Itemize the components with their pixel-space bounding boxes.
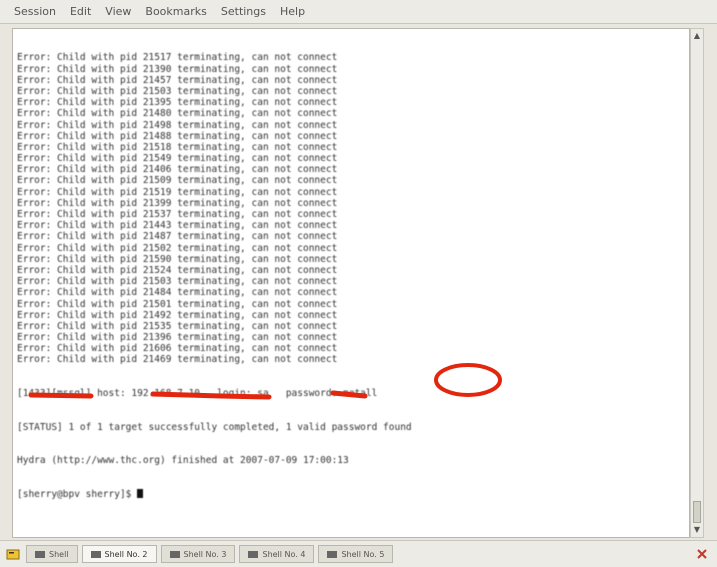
- terminal-icon: [90, 550, 101, 558]
- error-line: Error: Child with pid 21406 terminating,…: [17, 164, 338, 176]
- error-line: Error: Child with pid 21399 terminating,…: [17, 197, 338, 209]
- finish-line: Hydra (http://www.thc.org) finished at 2…: [17, 455, 349, 467]
- error-line: Error: Child with pid 21535 terminating,…: [17, 320, 338, 332]
- error-line: Error: Child with pid 21395 terminating,…: [17, 97, 338, 109]
- tab-label: Shell No. 3: [183, 549, 227, 559]
- terminal-output[interactable]: Error: Child with pid 21517 terminating,…: [12, 28, 690, 538]
- error-line: Error: Child with pid 21443 terminating,…: [17, 220, 338, 232]
- error-line: Error: Child with pid 21488 terminating,…: [17, 130, 338, 142]
- error-line: Error: Child with pid 21503 terminating,…: [17, 85, 338, 97]
- tab-shell-no-5[interactable]: Shell No. 5: [318, 545, 394, 563]
- status-line: [STATUS] 1 of 1 target successfully comp…: [17, 421, 412, 433]
- tab-shell-no-2[interactable]: Shell No. 2: [81, 545, 157, 563]
- tab-shell-no-3[interactable]: Shell No. 3: [160, 545, 236, 563]
- terminal-lines: Error: Child with pid 21517 terminating,…: [17, 30, 689, 522]
- menu-bookmarks[interactable]: Bookmarks: [145, 5, 206, 18]
- error-line: Error: Child with pid 21457 terminating,…: [17, 74, 338, 86]
- error-line: Error: Child with pid 21501 terminating,…: [17, 298, 338, 310]
- scroll-thumb[interactable]: [693, 501, 701, 523]
- error-line: Error: Child with pid 21590 terminating,…: [17, 253, 338, 265]
- menu-help[interactable]: Help: [280, 5, 305, 18]
- error-line: Error: Child with pid 21498 terminating,…: [17, 119, 338, 131]
- terminal-icon: [248, 550, 259, 558]
- error-line: Error: Child with pid 21606 terminating,…: [17, 343, 338, 355]
- shell-prompt: [sherry@bpv sherry]$: [17, 488, 138, 500]
- error-line: Error: Child with pid 21502 terminating,…: [17, 242, 338, 254]
- error-line: Error: Child with pid 21469 terminating,…: [17, 354, 338, 366]
- error-line-list: Error: Child with pid 21517 terminating,…: [17, 52, 689, 365]
- close-session-icon[interactable]: [695, 547, 709, 561]
- result-line: [1433][mssql] host: 192.168.7.10 login: …: [17, 388, 378, 400]
- error-line: Error: Child with pid 21484 terminating,…: [17, 287, 338, 299]
- error-line: Error: Child with pid 21519 terminating,…: [17, 186, 338, 198]
- error-line: Error: Child with pid 21487 terminating,…: [17, 231, 338, 243]
- error-line: Error: Child with pid 21517 terminating,…: [17, 52, 338, 64]
- scroll-up-icon[interactable]: ▲: [692, 31, 702, 41]
- error-line: Error: Child with pid 21524 terminating,…: [17, 264, 338, 276]
- terminal-scrollbar[interactable]: ▲ ▼: [690, 28, 704, 538]
- tab-shell[interactable]: Shell: [26, 545, 78, 563]
- error-line: Error: Child with pid 21549 terminating,…: [17, 153, 338, 165]
- error-line: Error: Child with pid 21480 terminating,…: [17, 108, 338, 120]
- tab-label: Shell No. 2: [104, 549, 148, 559]
- menu-bar: Session Edit View Bookmarks Settings Hel…: [0, 0, 717, 24]
- menu-session[interactable]: Session: [14, 5, 56, 18]
- error-line: Error: Child with pid 21509 terminating,…: [17, 175, 338, 187]
- menu-settings[interactable]: Settings: [221, 5, 266, 18]
- tab-label: Shell No. 5: [341, 549, 385, 559]
- error-line: Error: Child with pid 21390 terminating,…: [17, 63, 338, 75]
- terminal-icon: [327, 550, 338, 558]
- error-line: Error: Child with pid 21492 terminating,…: [17, 309, 338, 321]
- terminal-icon: [35, 550, 45, 558]
- tab-label: Shell: [49, 549, 69, 559]
- scroll-down-icon[interactable]: ▼: [692, 525, 702, 535]
- error-line: Error: Child with pid 21518 terminating,…: [17, 141, 338, 153]
- prompt-line[interactable]: [sherry@bpv sherry]$: [17, 488, 689, 500]
- text-cursor: [137, 488, 144, 498]
- tab-shell-no-4[interactable]: Shell No. 4: [239, 545, 315, 563]
- menu-edit[interactable]: Edit: [70, 5, 91, 18]
- session-tab-bar: Shell Shell No. 2 Shell No. 3 Shell No. …: [0, 540, 717, 567]
- error-line: Error: Child with pid 21396 terminating,…: [17, 332, 338, 344]
- tab-label: Shell No. 4: [262, 549, 306, 559]
- new-session-icon[interactable]: [6, 547, 20, 561]
- error-line: Error: Child with pid 21503 terminating,…: [17, 276, 338, 288]
- terminal-icon: [169, 550, 180, 558]
- error-line: Error: Child with pid 21537 terminating,…: [17, 209, 338, 221]
- menu-view[interactable]: View: [105, 5, 131, 18]
